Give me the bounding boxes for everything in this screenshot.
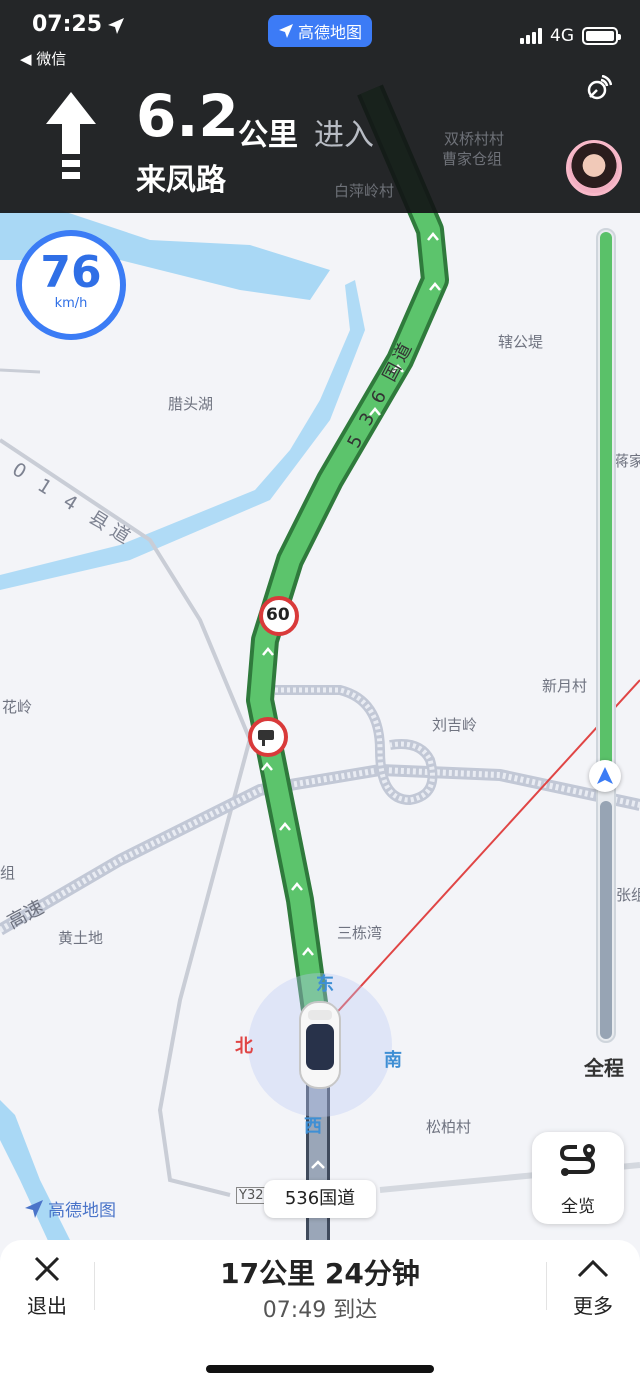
map-label: 花岭 bbox=[2, 698, 33, 716]
remaining-summary: 17公里 24分钟 bbox=[220, 1257, 420, 1290]
distance-value: 6.2 bbox=[136, 82, 239, 150]
divider bbox=[94, 1262, 95, 1310]
speed-unit: km/h bbox=[54, 296, 88, 311]
overview-button[interactable]: 全览 bbox=[532, 1132, 624, 1224]
route-progress-rail bbox=[596, 228, 616, 1043]
progress-done bbox=[600, 232, 612, 767]
map-label: 双桥村村 bbox=[444, 130, 505, 148]
map-label: 组 bbox=[0, 864, 16, 882]
county-road-tag: Y32 bbox=[236, 1187, 267, 1204]
expressway bbox=[0, 766, 640, 933]
bottom-panel: 退出 17公里 24分钟 07:49 到达 更多 bbox=[0, 1240, 640, 1385]
route-overview-icon bbox=[559, 1144, 596, 1176]
back-to-app[interactable]: ◀ 微信 bbox=[20, 48, 66, 69]
close-icon bbox=[34, 1256, 60, 1282]
speedometer: 76 km/h bbox=[16, 230, 126, 340]
current-road-chip: 536国道 bbox=[264, 1180, 376, 1218]
map-label: 辖公堤 bbox=[498, 333, 544, 351]
progress-car-icon bbox=[589, 760, 621, 792]
satellite-icon[interactable] bbox=[586, 75, 612, 101]
rail-label: 全程 bbox=[584, 1056, 624, 1080]
more-button[interactable]: 更多 bbox=[566, 1254, 620, 1319]
overview-label: 全览 bbox=[561, 1197, 595, 1217]
amap-logo-icon bbox=[278, 24, 293, 38]
signal-icon bbox=[520, 28, 542, 44]
exit-label: 退出 bbox=[27, 1294, 67, 1318]
speed-camera-icon bbox=[248, 717, 288, 757]
home-indicator[interactable] bbox=[206, 1365, 434, 1373]
exit-button[interactable]: 退出 bbox=[20, 1254, 74, 1319]
maneuver-action: 进入 bbox=[314, 118, 374, 153]
map-label: 松柏村 bbox=[426, 1118, 472, 1136]
amap-logo-icon bbox=[25, 1199, 43, 1218]
compass-east: 东 bbox=[316, 974, 334, 995]
network-type: 4G bbox=[550, 26, 574, 46]
divider bbox=[546, 1262, 547, 1310]
map-label: 腊头湖 bbox=[168, 395, 214, 413]
speed-value: 76 bbox=[40, 247, 102, 298]
battery-icon bbox=[582, 27, 621, 45]
navigation-header: 双桥村村 曹家仓组 白萍岭村 07:25 ◀ 微信 高德地图 4G 6.2 公里… bbox=[0, 0, 640, 213]
app-indicator-pill[interactable]: 高德地图 bbox=[268, 15, 372, 47]
expressway bbox=[0, 763, 640, 936]
amap-watermark: 高德地图 bbox=[24, 1196, 116, 1221]
route-line bbox=[250, 86, 445, 1012]
arrival-time: 07:49 到达 bbox=[262, 1298, 378, 1323]
river bbox=[0, 1100, 70, 1245]
distance-unit: 公里 bbox=[238, 118, 298, 153]
next-road-name: 来凤路 bbox=[136, 163, 226, 198]
status-icons: 4G bbox=[520, 26, 621, 46]
map-label: 曹家仓组 bbox=[442, 150, 503, 168]
map-label: 蒋家 bbox=[614, 452, 640, 470]
amap-logo-text: 高德地图 bbox=[48, 1201, 116, 1221]
compass-north: 北 bbox=[235, 1036, 253, 1057]
straight-arrow-icon bbox=[46, 92, 96, 179]
avatar[interactable] bbox=[566, 140, 622, 196]
speed-limit-value: 60 bbox=[266, 605, 290, 625]
progress-remaining bbox=[600, 801, 612, 1039]
map-label: 白萍岭村 bbox=[334, 182, 395, 200]
car-icon bbox=[299, 1001, 341, 1089]
map-label: 张组 bbox=[616, 886, 640, 904]
compass-west: 西 bbox=[304, 1116, 322, 1137]
more-label: 更多 bbox=[573, 1294, 613, 1318]
app-indicator-label: 高德地图 bbox=[297, 23, 362, 42]
status-time: 07:25 bbox=[32, 12, 103, 37]
map-label: 黄土地 bbox=[58, 929, 104, 947]
map-label: 刘吉岭 bbox=[432, 716, 478, 734]
map-label: 三栋湾 bbox=[337, 924, 383, 942]
road bbox=[157, 719, 257, 1197]
chevron-up-icon bbox=[577, 1259, 609, 1278]
location-arrow-icon bbox=[108, 18, 124, 34]
map-label: 新月村 bbox=[542, 677, 588, 695]
road bbox=[0, 368, 41, 374]
compass-south: 南 bbox=[384, 1050, 402, 1071]
